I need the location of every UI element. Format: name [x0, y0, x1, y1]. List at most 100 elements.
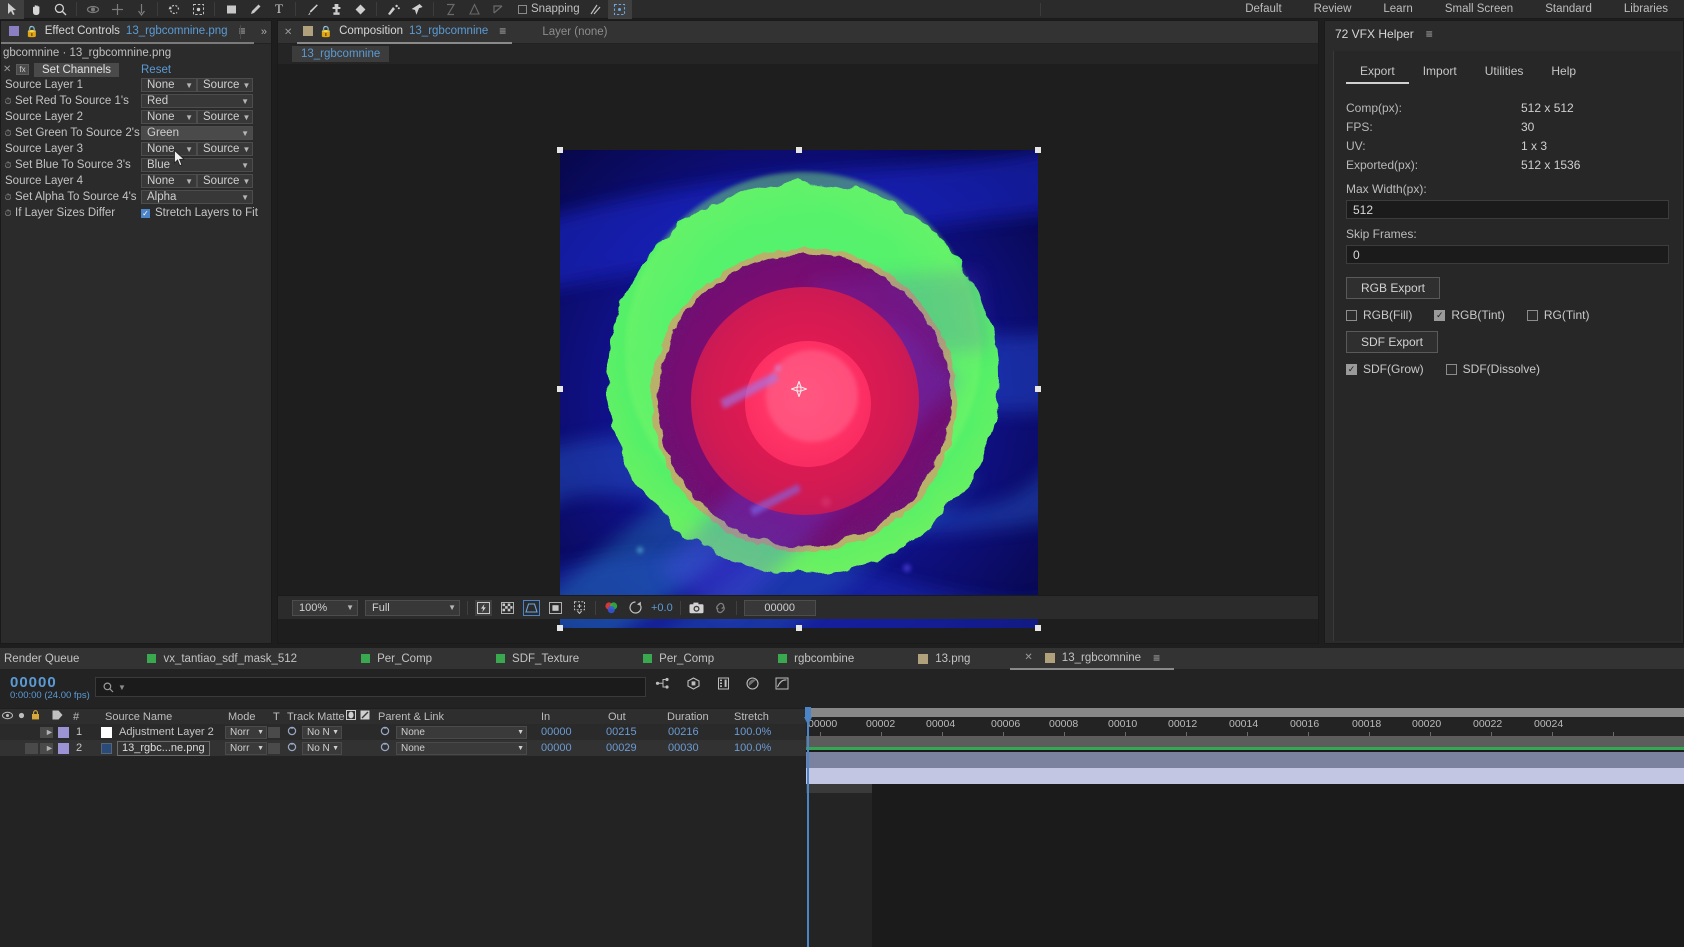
motion-blur-icon[interactable] — [717, 677, 730, 693]
set-alpha-dropdown[interactable]: Alpha ▼ — [141, 190, 253, 204]
effect-reset-link[interactable]: Reset — [141, 64, 171, 76]
source-layer-4-channel-dropdown[interactable]: Source ▼ — [197, 174, 253, 188]
transparency-grid-icon[interactable] — [499, 600, 516, 616]
rgb-export-button[interactable]: RGB Export — [1346, 277, 1441, 299]
source-layer-4-dropdown[interactable]: None ▼ — [141, 174, 197, 188]
exposure-value[interactable]: +0.0 — [651, 602, 673, 614]
layer-preserve-transparency-toggle[interactable] — [268, 726, 280, 738]
breadcrumb-comp-chip[interactable]: 13_rgbcomnine — [292, 46, 390, 62]
composition-stage[interactable]: 100% ▼ Full ▼ +0.0 00000 — [278, 64, 1318, 631]
zoom-level-select[interactable]: 100% ▼ — [292, 599, 358, 616]
selection-handle-tr[interactable] — [1035, 147, 1041, 153]
column-header-mode[interactable]: Mode — [228, 711, 256, 723]
show-snapshot-icon[interactable] — [712, 600, 729, 616]
sdf-dissolve-checkbox-group[interactable]: SDF(Dissolve) — [1445, 362, 1540, 376]
type-tool-icon[interactable]: T — [267, 0, 291, 19]
source-layer-2-dropdown[interactable]: None ▼ — [141, 110, 197, 124]
layer-duration[interactable]: 00030 — [668, 742, 699, 754]
work-area-bar[interactable] — [806, 736, 1684, 747]
stopwatch-icon[interactable]: ⏱ — [1, 160, 15, 171]
transform-box-icon[interactable] — [607, 0, 632, 19]
layer-stretch[interactable]: 100.0% — [734, 726, 771, 738]
effect-name[interactable]: Set Channels — [34, 62, 120, 77]
workspace-tab-default[interactable]: Default — [1229, 0, 1297, 19]
comp-tab-rgbcombine[interactable]: rgbcombine — [764, 648, 868, 670]
panel-menu-icon[interactable]: ≡ — [499, 24, 506, 38]
panel-menu-icon[interactable]: ≡ — [1153, 651, 1160, 665]
source-layer-3-dropdown[interactable]: None ▼ — [141, 142, 197, 156]
comp-tab-13-png[interactable]: 13.png — [904, 648, 984, 670]
selection-tool-icon[interactable] — [0, 0, 24, 19]
parent-pickwhip-icon[interactable] — [380, 726, 390, 739]
pan-tool-icon[interactable] — [105, 0, 129, 19]
effect-visibility-icon[interactable]: ✕ — [3, 64, 11, 75]
pen-tool-icon[interactable] — [243, 0, 267, 19]
layer-out-point[interactable]: 00215 — [606, 726, 637, 738]
resolution-select[interactable]: Full ▼ — [365, 599, 460, 616]
selection-handle-tl[interactable] — [557, 147, 563, 153]
workspace-tab-standard[interactable]: Standard — [1529, 0, 1608, 19]
layer-source-name[interactable]: Adjustment Layer 2 — [119, 726, 214, 738]
workspace-tab-learn[interactable]: Learn — [1367, 0, 1428, 19]
track-matte-icon-1[interactable] — [346, 710, 356, 723]
tab-import[interactable]: Import — [1409, 64, 1471, 84]
rgb-fill-checkbox[interactable] — [1346, 309, 1357, 321]
stopwatch-icon[interactable]: ⏱ — [1, 128, 15, 139]
layer-in-point[interactable]: 00000 — [541, 742, 572, 754]
snapping-checkbox[interactable] — [518, 4, 527, 14]
composition-mini-flowchart-icon[interactable] — [655, 677, 670, 693]
column-header-stretch[interactable]: Stretch — [734, 711, 769, 723]
column-header-t[interactable]: T — [273, 711, 280, 723]
exposure-reset-icon[interactable] — [627, 600, 644, 616]
table-row[interactable]: ► 1 Adjustment Layer 2 Norr ▼ No N ▼ None ▼… — [0, 724, 806, 740]
sdf-export-button[interactable]: SDF Export — [1346, 331, 1439, 353]
sdf-dissolve-checkbox[interactable] — [1445, 363, 1457, 375]
selection-handle-br[interactable] — [1035, 625, 1041, 631]
layer-source-name[interactable]: 13_rgbc...ne.png — [117, 740, 210, 756]
snapshot-camera-icon[interactable] — [688, 600, 705, 616]
anchor-point-icon[interactable] — [789, 379, 809, 399]
timeline-ruler[interactable]: 00000 00002 00004 00006 00008 00010 0001… — [806, 708, 1684, 737]
rotation-tool-icon[interactable] — [162, 0, 186, 19]
selection-handle-tc[interactable] — [796, 147, 802, 153]
snapping-toggle[interactable]: Snapping — [518, 3, 580, 15]
layer-duration[interactable]: 00216 — [668, 726, 699, 738]
dolly-tool-icon[interactable] — [129, 0, 153, 19]
brush-tool-icon[interactable] — [300, 0, 324, 19]
track-matte-target-icon[interactable] — [287, 742, 297, 755]
close-icon[interactable]: ✕ — [1024, 652, 1032, 663]
shy-layers-icon[interactable] — [746, 677, 759, 693]
stopwatch-icon[interactable]: ⏱ — [1, 208, 15, 219]
fast-preview-icon[interactable] — [475, 599, 492, 616]
layer-bar-13-rgbcomnine-png[interactable] — [806, 768, 1684, 784]
hand-tool-icon[interactable] — [24, 0, 48, 19]
solo-lock-icon[interactable] — [31, 710, 40, 723]
draft-3d-icon[interactable] — [686, 677, 701, 693]
shape-tool-icon[interactable] — [219, 0, 243, 19]
clone-stamp-tool-icon[interactable] — [324, 0, 348, 19]
current-timecode[interactable]: 00000 0:00:00 (24.00 fps) — [10, 674, 90, 701]
region-of-interest-icon[interactable] — [571, 600, 588, 616]
timeline-track-area[interactable] — [806, 736, 1684, 947]
stopwatch-icon[interactable]: ⏱ — [1, 192, 15, 203]
panel-menu-icon[interactable]: ≡ — [1426, 27, 1433, 41]
skip-frames-input[interactable]: 0 — [1346, 245, 1669, 264]
workspace-tab-libraries[interactable]: Libraries — [1608, 0, 1684, 19]
layer-parent-dropdown[interactable]: None ▼ — [396, 741, 527, 755]
orbit-tool-icon[interactable] — [81, 0, 105, 19]
layer-parent-dropdown[interactable]: None ▼ — [396, 725, 527, 739]
selection-handle-bl[interactable] — [557, 625, 563, 631]
stretch-layers-checkbox-group[interactable]: ✓ Stretch Layers to Fit — [141, 207, 258, 219]
lock-icon[interactable]: 🔒 — [319, 25, 333, 38]
sdf-grow-checkbox-group[interactable]: ✓ SDF(Grow) — [1346, 362, 1424, 376]
layer-mode-dropdown[interactable]: Norr ▼ — [225, 725, 267, 739]
column-header-duration[interactable]: Duration — [667, 711, 709, 723]
layer-out-point[interactable]: 00029 — [606, 742, 637, 754]
layer-bar-adjustment-layer-2[interactable] — [806, 752, 1684, 768]
anchor-point-tool-icon[interactable] — [186, 0, 210, 19]
column-header-out[interactable]: Out — [608, 711, 626, 723]
rgb-fill-checkbox-group[interactable]: RGB(Fill) — [1346, 308, 1412, 322]
track-matte-icon-2[interactable] — [360, 710, 370, 723]
source-layer-1-dropdown[interactable]: None ▼ — [141, 78, 197, 92]
timeline-horizontal-scrollbar[interactable] — [806, 708, 1684, 717]
